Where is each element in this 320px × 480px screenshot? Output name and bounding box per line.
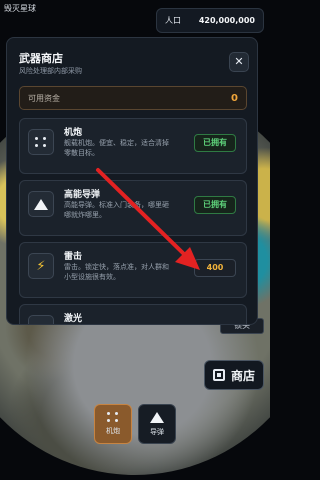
buy-button[interactable]: 400 [194, 259, 236, 277]
weapon-list: 机炮 舰载机炮。便宜、稳定，适合清掉零散目标。 已拥有 高能导弹 高能导弹。标准… [19, 118, 247, 324]
population-value: 420,000,000 [198, 16, 255, 25]
close-button[interactable]: ✕ [229, 52, 249, 72]
weapon-bar: 机炮 导弹 [94, 404, 176, 444]
weapon-desc: 高能导弹。标准入门装备，哪里砸哪就炸哪里。 [64, 201, 169, 219]
weapon-name: 高能导弹 [64, 190, 101, 200]
weapon-slot-label: 机炮 [106, 427, 120, 435]
triangle-icon [150, 411, 164, 423]
population-label: 人口 [165, 16, 181, 25]
weapon-shop-modal: 武器商店 风险处理部内部采购 ✕ 可用资金 0 机炮 舰载机炮。便宜、稳定，适合… [6, 37, 258, 325]
lightning-icon: ⚡ [36, 258, 46, 274]
shop-button-label: 商店 [230, 368, 255, 383]
weapon-icon-box [28, 191, 54, 217]
close-icon: ✕ [234, 55, 244, 68]
weapon-desc: 雷击。锁定快，落点准，对人群和小型设施很有效。 [64, 263, 169, 281]
list-item: 高能导弹 高能导弹。标准入门装备，哪里砸哪就炸哪里。 已拥有 [19, 180, 247, 236]
weapon-slot-label: 导弹 [150, 427, 164, 436]
population-box: 人口 420,000,000 [156, 8, 264, 33]
shop-icon [212, 369, 225, 381]
modal-subtitle: 风险处理部内部采购 [19, 67, 82, 75]
owned-badge: 已拥有 [194, 196, 236, 214]
weapon-icon-box [28, 129, 54, 155]
weapon-slot-missile[interactable]: 导弹 [138, 404, 176, 444]
triangle-icon [34, 198, 48, 210]
weapon-desc: 舰载机炮。便宜、稳定，适合清掉零散目标。 [64, 139, 169, 157]
weapon-name: 雷击 [64, 252, 83, 262]
list-item: 机炮 舰载机炮。便宜、稳定，适合清掉零散目标。 已拥有 [19, 118, 247, 174]
weapon-icon-box: ⚡ [28, 253, 54, 279]
dots-grid-icon [107, 412, 119, 422]
shop-button[interactable]: 商店 [204, 360, 264, 390]
funds-bar: 可用资金 0 [19, 86, 247, 110]
dots-grid-icon [35, 137, 47, 147]
weapon-icon-box [28, 315, 54, 324]
weapon-slot-cannon[interactable]: 机炮 [94, 404, 132, 444]
list-item: 激光 [19, 304, 247, 324]
funds-label: 可用资金 [28, 93, 60, 103]
planet-name: 毁灭星球 [4, 4, 36, 13]
weapon-name: 激光 [64, 314, 83, 324]
funds-value: 0 [231, 92, 238, 104]
modal-title: 武器商店 [19, 52, 63, 65]
weapon-name: 机炮 [64, 128, 83, 138]
owned-badge: 已拥有 [194, 134, 236, 152]
list-item: ⚡ 雷击 雷击。锁定快，落点准，对人群和小型设施很有效。 400 [19, 242, 247, 298]
